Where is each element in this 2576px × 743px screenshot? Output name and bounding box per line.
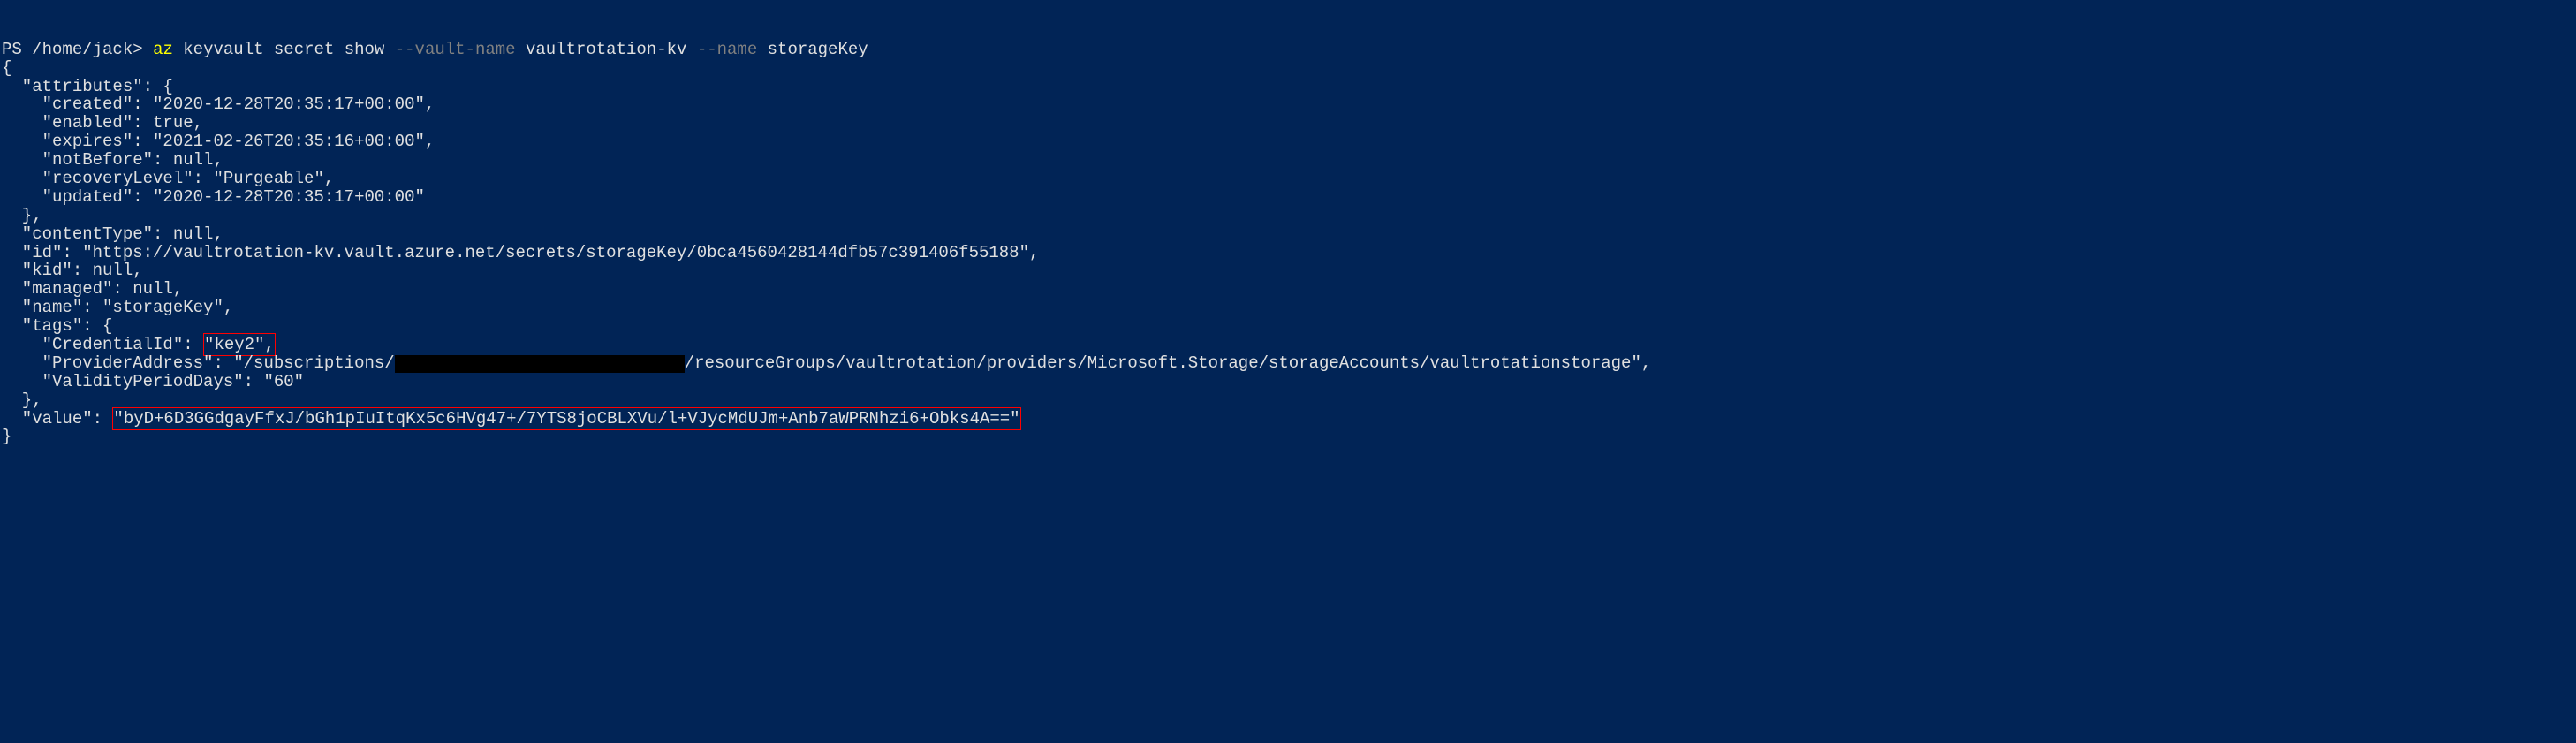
json-tags-close: }, [2,390,42,410]
value-name: storageKey [768,40,868,59]
json-attr-close: }, [2,206,42,225]
json-credentialid-pre: "CredentialId": [2,335,203,354]
json-attributes: "attributes": { [2,77,173,96]
json-contenttype: "contentType": null, [2,224,224,244]
flag-vault-name: --vault-name [395,40,516,59]
json-recoverylevel: "recoveryLevel": "Purgeable", [2,169,334,188]
highlight-value: "byD+6D3GGdgayFfxJ/bGh1pIuItqKx5c6HVg47+… [112,407,1020,430]
terminal-output[interactable]: PS /home/jack> az keyvault secret show -… [2,41,2574,447]
redacted-subscription-id [395,355,685,373]
json-tags: "tags": { [2,316,112,336]
prompt-ps: PS [2,40,22,59]
json-provideraddress-pre: "ProviderAddress": "/subscriptions/ [2,353,395,373]
json-validityperiod: "ValidityPeriodDays": "60" [2,372,304,391]
json-kid: "kid": null, [2,261,143,280]
json-provideraddress-post: /resourceGroups/vaultrotation/providers/… [685,353,1652,373]
json-value-pre: "value": [2,409,112,428]
command-az: az [153,40,173,59]
json-brace-open: { [2,58,11,78]
json-managed: "managed": null, [2,279,183,299]
json-created: "created": "2020-12-28T20:35:17+00:00", [2,95,435,114]
json-name: "name": "storageKey", [2,298,233,317]
flag-name: --name [697,40,757,59]
json-brace-close: } [2,427,11,446]
command-args: keyvault secret show [183,40,384,59]
prompt-path: /home/jack [32,40,133,59]
prompt-caret: > [133,40,142,59]
json-id: "id": "https://vaultrotation-kv.vault.az… [2,243,1039,262]
json-notbefore: "notBefore": null, [2,150,224,170]
json-enabled: "enabled": true, [2,113,203,133]
json-expires: "expires": "2021-02-26T20:35:16+00:00", [2,132,435,151]
json-updated: "updated": "2020-12-28T20:35:17+00:00" [2,187,425,207]
prompt-line: PS /home/jack> az keyvault secret show -… [2,40,868,59]
value-vault-name: vaultrotation-kv [526,40,686,59]
